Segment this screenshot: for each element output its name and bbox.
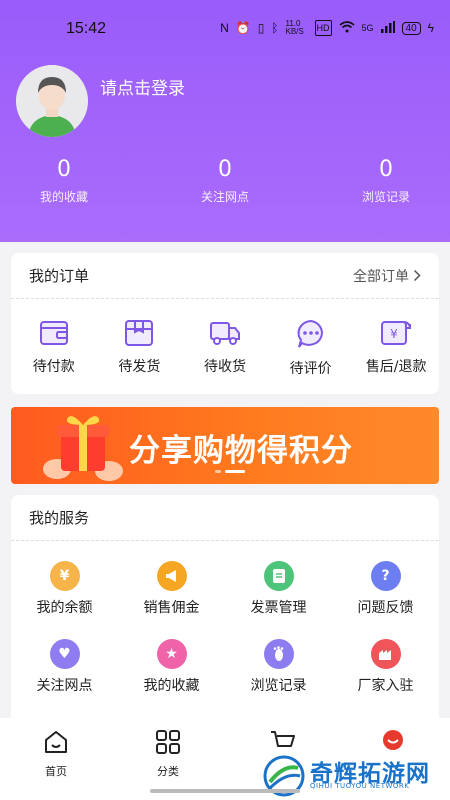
service-vendor-join-label: 厂家入驻 <box>357 678 414 694</box>
orders-card-header: 我的订单 全部订单 <box>11 253 439 299</box>
services-grid: ¥ 我的余额 销售佣金 发票管理 ? 问题反馈 ♥ 关注网点 ★ 我的收藏 浏览… <box>11 541 439 717</box>
wallet-icon <box>39 321 68 345</box>
login-link[interactable]: 请点击登录 <box>100 74 185 99</box>
watermark-subtext: QIHUI TUOYOU NETWORK <box>310 782 410 790</box>
status-bar: 15:42 N ⏰ ▯ ᛒ 11.0 KB/S HD 5G 40 ϟ <box>0 0 450 60</box>
stat-history[interactable]: 0 浏览记录 <box>326 155 446 205</box>
invoice-icon <box>263 561 294 591</box>
banner-pagination <box>215 470 245 473</box>
order-pending-review-label: 待评价 <box>289 361 332 377</box>
service-favorites-label: 我的收藏 <box>143 678 200 694</box>
factory-icon <box>370 639 401 669</box>
nfc-icon: N <box>220 21 229 35</box>
megaphone-icon <box>156 561 187 591</box>
chevron-right-icon <box>413 269 421 282</box>
stat-history-count: 0 <box>379 157 393 182</box>
gift-box-icon <box>43 416 123 481</box>
refund-icon: ¥ <box>381 321 412 345</box>
order-pending-payment-label: 待付款 <box>32 359 75 375</box>
heart-icon: ♥ <box>49 639 80 669</box>
banner-dot[interactable] <box>215 470 221 473</box>
status-icons: N ⏰ ▯ ᛒ 11.0 KB/S HD 5G 40 ϟ <box>220 20 434 36</box>
orders-title: 我的订单 <box>29 267 90 285</box>
battery-icon: 40 <box>401 21 421 35</box>
home-indicator[interactable] <box>150 789 300 793</box>
service-favorites[interactable]: ★ 我的收藏 <box>118 639 225 717</box>
order-pending-receipt[interactable]: 待收货 <box>182 319 268 378</box>
status-time: 15:42 <box>66 20 107 37</box>
services-card-header: 我的服务 <box>11 495 439 541</box>
tab-category-label: 分类 <box>157 765 179 778</box>
order-after-sales-label: 售后/退款 <box>365 359 427 375</box>
stat-favorites-count: 0 <box>57 157 71 182</box>
services-card: 我的服务 ¥ 我的余额 销售佣金 发票管理 ? 问题反馈 ♥ 关注网点 ★ 我的… <box>11 495 439 725</box>
service-followed-outlets[interactable]: ♥ 关注网点 <box>11 639 118 717</box>
vibrate-icon: ▯ <box>257 21 265 35</box>
network-speed: 11.0 KB/S <box>285 19 304 36</box>
service-balance-label: 我的余额 <box>36 600 93 616</box>
bluetooth-icon: ᛒ <box>271 21 279 35</box>
banner-title: 分享购物得积分 <box>129 433 353 469</box>
order-status-row: 待付款 待发货 待收货 待评价 ¥ 售后/退款 <box>11 299 439 378</box>
stat-followed-label: 关注网点 <box>200 190 249 204</box>
stat-favorites-label: 我的收藏 <box>39 190 88 204</box>
order-after-sales[interactable]: ¥ 售后/退款 <box>353 319 439 378</box>
comment-icon <box>297 319 323 348</box>
service-commission-label: 销售佣金 <box>143 600 200 616</box>
svg-text:¥: ¥ <box>390 327 398 341</box>
home-icon <box>45 731 67 753</box>
alarm-icon: ⏰ <box>235 21 251 35</box>
services-title: 我的服务 <box>29 509 90 527</box>
all-orders-link[interactable]: 全部订单 <box>353 266 421 286</box>
signal-5g-icon: 5G <box>361 23 374 33</box>
charging-icon: ϟ <box>427 21 434 35</box>
service-feedback[interactable]: ? 问题反馈 <box>332 561 439 639</box>
banner-dot-active[interactable] <box>225 470 245 473</box>
package-icon <box>125 320 154 346</box>
money-bag-icon: ¥ <box>49 561 80 591</box>
service-invoice[interactable]: 发票管理 <box>225 561 332 639</box>
truck-icon <box>209 322 240 345</box>
tab-category[interactable]: 分类 <box>133 728 203 779</box>
service-commission[interactable]: 销售佣金 <box>118 561 225 639</box>
hd-icon: HD <box>314 20 332 36</box>
tab-home-label: 首页 <box>45 765 67 778</box>
stat-followed-count: 0 <box>218 157 232 182</box>
order-pending-shipment[interactable]: 待发货 <box>97 319 183 378</box>
tab-home[interactable]: 首页 <box>21 728 91 779</box>
orders-card: 我的订单 全部订单 待付款 待发货 待收货 待评价 ¥ 售后/退款 <box>11 253 439 394</box>
stat-followed-outlets[interactable]: 0 关注网点 <box>165 155 285 205</box>
profile-header: 15:42 N ⏰ ▯ ᛒ 11.0 KB/S HD 5G 40 ϟ 请点击登录… <box>0 0 450 242</box>
stat-favorites[interactable]: 0 我的收藏 <box>4 155 124 205</box>
order-pending-payment[interactable]: 待付款 <box>11 319 97 378</box>
wifi-icon <box>338 20 355 36</box>
service-feedback-label: 问题反馈 <box>357 600 414 616</box>
footprint-icon <box>263 639 294 669</box>
order-pending-shipment-label: 待发货 <box>118 359 161 375</box>
service-balance[interactable]: ¥ 我的余额 <box>11 561 118 639</box>
promo-banner[interactable]: 分享购物得积分 <box>11 407 439 484</box>
service-history-label: 浏览记录 <box>250 678 307 694</box>
stat-history-label: 浏览记录 <box>361 190 410 204</box>
category-icon <box>156 730 180 754</box>
avatar[interactable] <box>16 65 88 137</box>
order-pending-receipt-label: 待收货 <box>203 359 246 375</box>
service-vendor-join[interactable]: 厂家入驻 <box>332 639 439 717</box>
service-history[interactable]: 浏览记录 <box>225 639 332 717</box>
service-followed-outlets-label: 关注网点 <box>36 678 93 694</box>
service-invoice-label: 发票管理 <box>250 600 307 616</box>
order-pending-review[interactable]: 待评价 <box>268 319 354 378</box>
question-icon: ? <box>370 561 401 591</box>
all-orders-label: 全部订单 <box>353 268 409 285</box>
star-icon: ★ <box>156 639 187 669</box>
signal-bars-icon <box>380 20 395 36</box>
